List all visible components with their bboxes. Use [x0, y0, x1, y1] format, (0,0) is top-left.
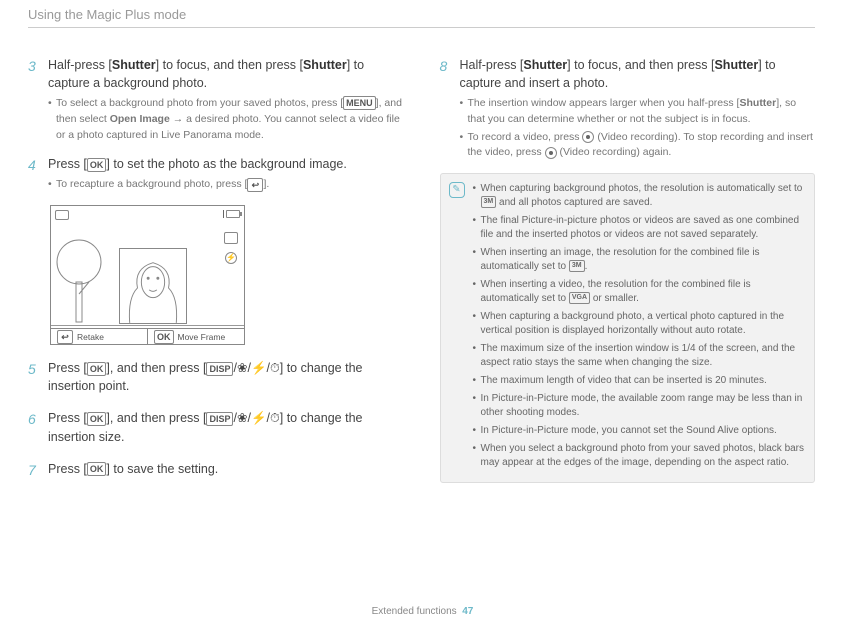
ok-icon: OK	[87, 462, 107, 476]
step-3-bullet: To select a background photo from your s…	[48, 96, 404, 143]
note-6: The maximum size of the insertion window…	[473, 342, 805, 370]
note-5: When capturing a background photo, a ver…	[473, 310, 805, 338]
step-3-number: 3	[28, 56, 40, 146]
res-3m-icon: 3M	[481, 196, 497, 208]
flower-icon: ❀	[237, 411, 247, 425]
insertion-frame	[119, 248, 187, 324]
battery-icon	[226, 210, 240, 218]
step-3-text: Half-press [Shutter] to focus, and then …	[48, 56, 404, 92]
note-10: When you select a background photo from …	[473, 442, 805, 470]
step-7-number: 7	[28, 460, 40, 482]
bolt-icon: ⚡	[251, 411, 267, 425]
ok-icon: OK	[154, 330, 174, 344]
step-8: 8 Half-press [Shutter] to focus, and the…	[440, 56, 816, 163]
columns: 3 Half-press [Shutter] to focus, and the…	[28, 56, 815, 492]
step-7: 7 Press [OK] to save the setting.	[28, 460, 404, 482]
step-8-bullet-2: To record a video, press (Video recordin…	[460, 130, 816, 162]
ok-icon: OK	[87, 412, 107, 426]
ok-icon: OK	[87, 158, 107, 172]
video-record-icon	[545, 147, 557, 159]
step-6: 6 Press [OK], and then press [DISP/❀/⚡/⏱…	[28, 409, 404, 449]
step-6-text: Press [OK], and then press [DISP/❀/⚡/⏱] …	[48, 409, 404, 445]
section-header: Using the Magic Plus mode	[28, 6, 815, 28]
back-icon: ↩	[57, 330, 73, 344]
left-column: 3 Half-press [Shutter] to focus, and the…	[28, 56, 404, 492]
step-5-number: 5	[28, 359, 40, 399]
note-3: When inserting an image, the resolution …	[473, 246, 805, 274]
res-3m-icon: 3M	[569, 260, 585, 272]
disp-icon: DISP	[206, 412, 233, 426]
retake-button-label: ↩ Retake	[51, 329, 148, 344]
step-3: 3 Half-press [Shutter] to focus, and the…	[28, 56, 404, 146]
ok-icon: OK	[87, 362, 107, 376]
note-1: When capturing background photos, the re…	[473, 182, 805, 210]
step-4-number: 4	[28, 155, 40, 195]
step-7-text: Press [OK] to save the setting.	[48, 460, 404, 478]
status-icons	[223, 210, 240, 218]
move-frame-button-label: OK Move Frame	[148, 329, 244, 344]
mode-indicator-icon	[55, 210, 69, 220]
timer-icon: ⏱	[270, 411, 280, 425]
step-4: 4 Press [OK] to set the photo as the bac…	[28, 155, 404, 195]
step-6-number: 6	[28, 409, 40, 449]
step-4-text: Press [OK] to set the photo as the backg…	[48, 155, 404, 173]
bolt-icon: ⚡	[251, 361, 267, 375]
right-column: 8 Half-press [Shutter] to focus, and the…	[440, 56, 816, 492]
res-vga-icon: VGA	[569, 292, 590, 304]
menu-icon: MENU	[343, 96, 376, 110]
resolution-icon	[224, 232, 238, 244]
flower-icon: ❀	[237, 361, 247, 375]
page-footer: Extended functions 47	[0, 605, 845, 620]
note-8: In Picture-in-Picture mode, the availabl…	[473, 392, 805, 420]
step-8-bullet-1: The insertion window appears larger when…	[460, 96, 816, 128]
step-4-bullet: To recapture a background photo, press […	[48, 177, 404, 193]
disp-icon: DISP	[206, 362, 233, 376]
note-7: The maximum length of video that can be …	[473, 374, 805, 388]
note-4: When inserting a video, the resolution f…	[473, 278, 805, 306]
step-5-text: Press [OK], and then press [DISP/❀/⚡/⏱] …	[48, 359, 404, 395]
camera-preview-illustration: ⚡ ↩	[50, 205, 245, 345]
video-record-icon	[582, 131, 594, 143]
note-9: In Picture-in-Picture mode, you cannot s…	[473, 424, 805, 438]
note-icon: ✎	[449, 182, 465, 198]
note-2: The final Picture-in-picture photos or v…	[473, 214, 805, 242]
tree-illustration	[55, 234, 103, 324]
step-8-text: Half-press [Shutter] to focus, and then …	[460, 56, 816, 92]
timer-icon: ⏱	[270, 361, 280, 375]
notes-box: ✎ When capturing background photos, the …	[440, 173, 816, 483]
step-5: 5 Press [OK], and then press [DISP/❀/⚡/⏱…	[28, 359, 404, 399]
back-icon: ↩	[247, 178, 263, 192]
step-8-number: 8	[440, 56, 452, 163]
flash-icon: ⚡	[225, 252, 237, 264]
